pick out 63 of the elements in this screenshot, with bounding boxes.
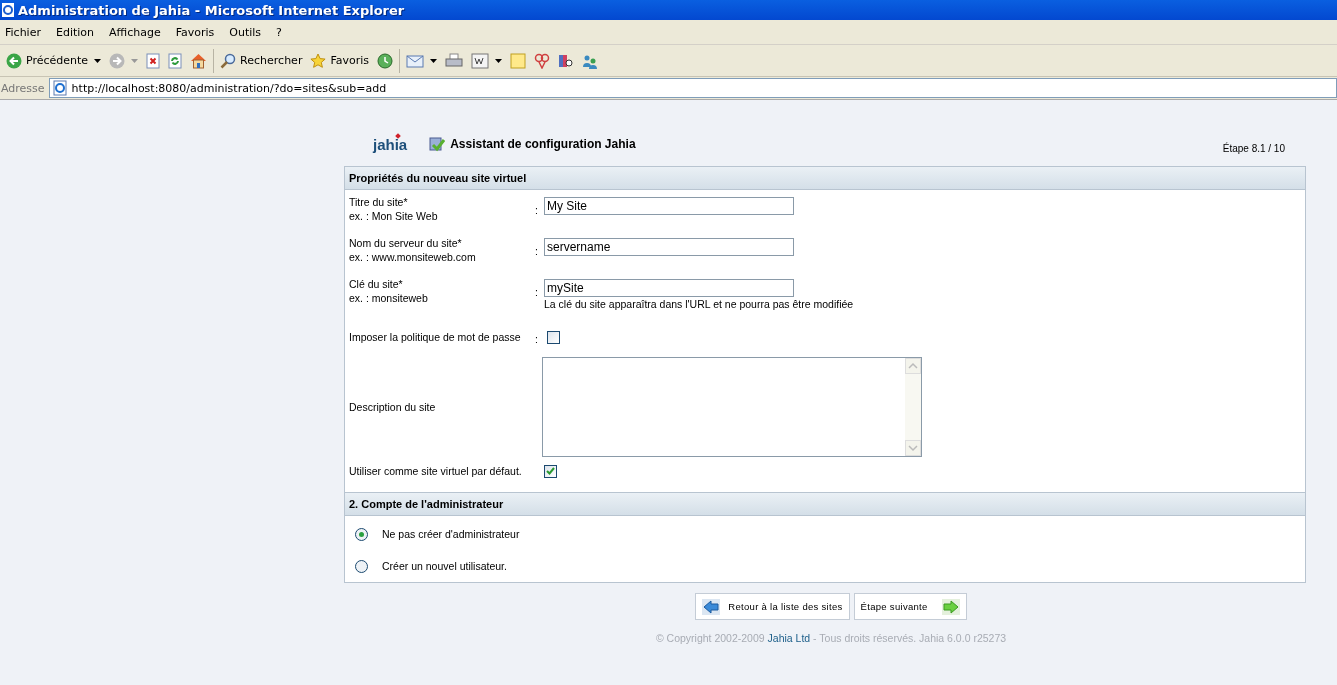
example-text: ex. : www.monsiteweb.com — [349, 250, 477, 264]
checkbox[interactable] — [544, 464, 557, 478]
company-link[interactable]: Jahia Ltd — [767, 632, 811, 644]
hint-text: La clé du site apparaîtra dans l'URL et ne pourra pas être modifiée — [544, 298, 854, 310]
history-icon — [377, 52, 393, 69]
toolbar-button[interactable]: Rechercher — [216, 50, 307, 71]
menu-item[interactable]: ? — [274, 25, 289, 39]
field-label: Description du site — [349, 400, 437, 414]
wizard-icon — [429, 136, 446, 152]
research-icon — [558, 52, 574, 69]
radio-button[interactable] — [355, 527, 368, 541]
next-step-button[interactable]: Étape suivante — [853, 593, 967, 620]
menu-item[interactable]: Favoris — [173, 25, 222, 39]
logo-text: jahia — [373, 135, 408, 153]
field-label: Clé du site* — [349, 277, 404, 291]
radio-button[interactable] — [355, 559, 368, 573]
colon-text: : — [535, 285, 539, 300]
star-icon — [310, 52, 327, 69]
left-arrow-icon — [702, 598, 721, 615]
radio-label: Créer un nouvel utilisateur. — [382, 560, 507, 572]
field-label: Nom du serveur du site* — [349, 236, 463, 250]
colon-text: : — [535, 244, 539, 259]
document-icon — [471, 52, 489, 69]
colon-text: : — [535, 203, 539, 218]
printer-icon — [445, 52, 463, 69]
wizard-title: Assistant de configuration Jahia — [450, 137, 637, 151]
refresh-icon — [168, 52, 183, 69]
example-text: ex. : monsiteweb — [349, 291, 429, 305]
menu-item[interactable]: Outils — [227, 25, 269, 39]
home-icon — [190, 52, 208, 69]
text-input[interactable]: mySite — [544, 279, 794, 297]
field-label: Imposer la politique de mot de passe — [349, 330, 522, 344]
toolbar-button[interactable]: Favoris — [306, 50, 373, 71]
radio-label: Ne pas créer d'administrateur — [382, 528, 520, 540]
search-icon — [220, 52, 237, 69]
stop-icon — [146, 52, 161, 69]
note-icon — [510, 52, 526, 69]
menu-item[interactable]: Fichier — [3, 25, 48, 39]
menu-item[interactable]: Affichage — [107, 25, 168, 39]
copyright-text: © Copyright 2002-2009 Jahia Ltd - Tous droits réservés. Jahia 6.0.0 r25273 — [654, 632, 1008, 644]
example-text: ex. : Mon Site Web — [349, 209, 439, 223]
mail-icon — [406, 52, 424, 69]
section-header: 2. Compte de l'administrateur — [345, 492, 1305, 516]
check-icon — [546, 467, 555, 475]
back-button[interactable]: Retour à la liste des sites — [695, 593, 850, 620]
section-header: Propriétés du nouveau site virtuel — [345, 167, 1305, 190]
address-field[interactable]: http://localhost:8080/administration/?do=sites&sub=add — [48, 78, 1337, 98]
browser-logo-icon — [2, 3, 14, 17]
text-input[interactable]: servername — [544, 238, 794, 256]
text-input[interactable]: My Site — [544, 197, 794, 215]
checkbox[interactable] — [547, 330, 560, 344]
right-arrow-icon — [941, 598, 960, 615]
address-label: Adresse — [0, 81, 46, 95]
radio-dot-icon — [359, 531, 364, 537]
field-label: Titre du site* — [349, 195, 409, 209]
colon-text: : — [535, 332, 539, 345]
field-label: Utiliser comme site virtuel par défaut. — [349, 464, 523, 478]
page-icon — [51, 80, 68, 96]
link-icon — [534, 52, 550, 69]
window-title: Administration de Jahia - Microsoft Internet Explorer — [18, 2, 405, 18]
step-indicator: Étape 8.1 / 10 — [1222, 142, 1285, 154]
toolbar-button[interactable]: Précédente — [2, 50, 106, 71]
menu-item[interactable]: Edition — [53, 25, 101, 39]
